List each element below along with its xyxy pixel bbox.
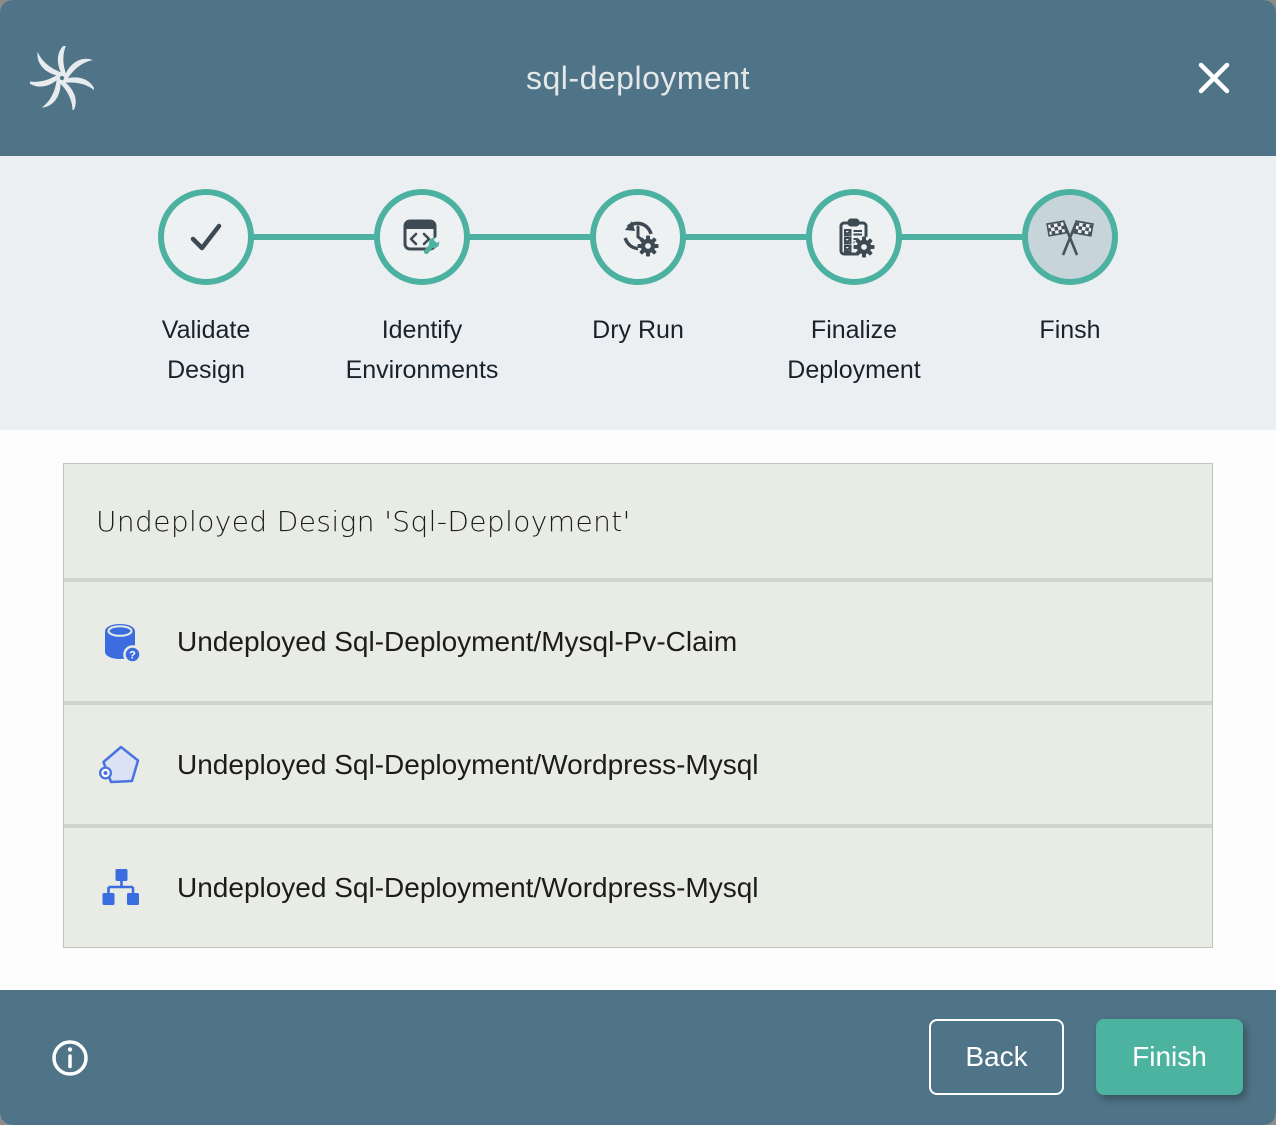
step-label: Dry Run bbox=[592, 310, 684, 350]
step-circle-finalize-deployment[interactable] bbox=[806, 189, 902, 285]
status-row-mysql-pv-claim: ? Undeployed Sql-Deployment/Mysql-Pv-Cla… bbox=[64, 582, 1212, 705]
deployment-wizard-modal: sql-deployment Validate Design bbox=[0, 0, 1276, 1125]
status-row-text: Undeployed Sql-Deployment/Wordpress-Mysq… bbox=[177, 749, 759, 781]
step-dry-run: Dry Run bbox=[530, 189, 746, 390]
stepper-section: Validate Design Identify En bbox=[0, 156, 1276, 430]
info-icon bbox=[50, 1038, 90, 1078]
back-button[interactable]: Back bbox=[929, 1019, 1064, 1095]
step-identify-environments: Identify Environments bbox=[314, 189, 530, 390]
step-circle-identify-environments[interactable] bbox=[374, 189, 470, 285]
close-icon bbox=[1190, 54, 1238, 102]
meshery-logo-icon bbox=[30, 46, 94, 110]
close-button[interactable] bbox=[1190, 54, 1238, 102]
deployment-status-list: Undeployed Design 'Sql-Deployment' ? Und… bbox=[63, 463, 1213, 948]
status-row-text: Undeployed Sql-Deployment/Mysql-Pv-Claim bbox=[177, 626, 737, 658]
step-finish: Finsh bbox=[962, 189, 1178, 390]
database-question-icon: ? bbox=[96, 618, 144, 666]
finish-button[interactable]: Finish bbox=[1096, 1019, 1243, 1095]
stepper: Validate Design Identify En bbox=[98, 189, 1178, 390]
status-row-text: Undeployed Sql-Deployment/Wordpress-Mysq… bbox=[177, 872, 759, 904]
results-section: Undeployed Design 'Sql-Deployment' ? Und… bbox=[0, 430, 1276, 990]
status-row-wordpress-mysql-hierarchy: Undeployed Sql-Deployment/Wordpress-Mysq… bbox=[64, 828, 1212, 947]
step-label: Finalize Deployment bbox=[772, 310, 937, 390]
hierarchy-icon bbox=[96, 864, 144, 912]
svg-text:?: ? bbox=[129, 649, 136, 661]
modal-header: sql-deployment bbox=[0, 0, 1276, 156]
step-finalize-deployment: Finalize Deployment bbox=[746, 189, 962, 390]
modal-footer: Back Finish bbox=[0, 990, 1276, 1125]
clipboard-gear-icon bbox=[830, 213, 878, 261]
status-row-wordpress-mysql-component: Undeployed Sql-Deployment/Wordpress-Mysq… bbox=[64, 705, 1212, 828]
code-window-wrench-icon bbox=[398, 213, 446, 261]
step-validate-design: Validate Design bbox=[98, 189, 314, 390]
step-circle-validate-design[interactable] bbox=[158, 189, 254, 285]
step-label: Validate Design bbox=[124, 310, 289, 390]
step-label: Identify Environments bbox=[340, 310, 505, 390]
info-button[interactable] bbox=[50, 1038, 90, 1078]
step-label: Finsh bbox=[1039, 310, 1100, 350]
pentagon-component-icon bbox=[96, 741, 144, 789]
modal-title: sql-deployment bbox=[526, 60, 750, 97]
status-heading-text: Undeployed Design 'Sql-Deployment' bbox=[96, 505, 631, 538]
check-icon bbox=[182, 213, 230, 261]
footer-actions: Back Finish bbox=[929, 1019, 1243, 1095]
checkered-flags-icon bbox=[1046, 213, 1094, 261]
status-heading-row: Undeployed Design 'Sql-Deployment' bbox=[64, 464, 1212, 582]
step-circle-dry-run[interactable] bbox=[590, 189, 686, 285]
step-circle-finish[interactable] bbox=[1022, 189, 1118, 285]
history-gear-icon bbox=[614, 213, 662, 261]
